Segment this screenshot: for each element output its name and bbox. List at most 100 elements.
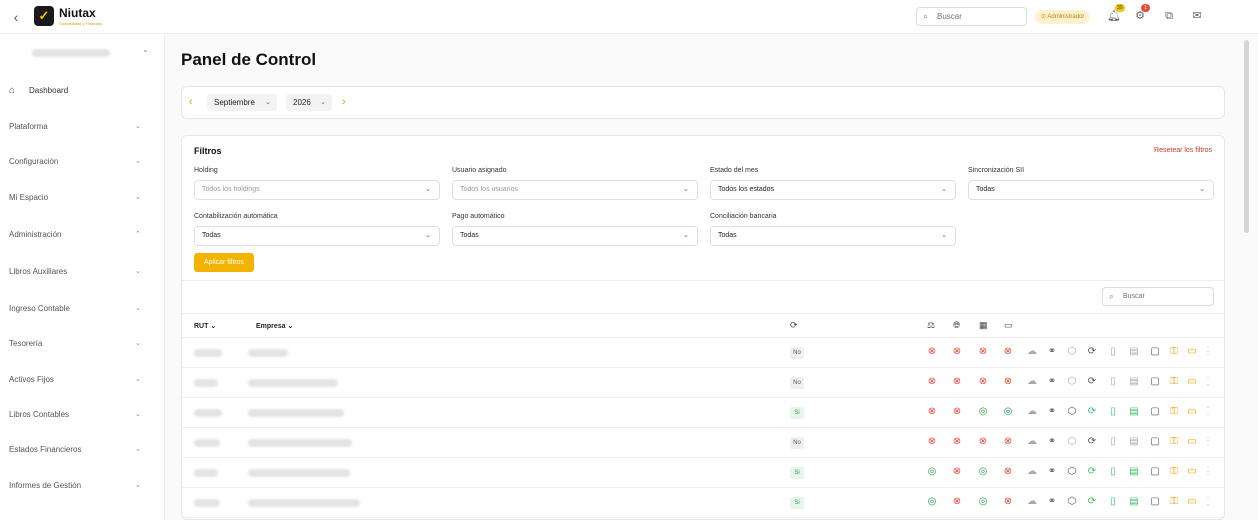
unlock-icon[interactable]: ⚿ — [1168, 406, 1180, 418]
document-icon[interactable]: ▯ — [1107, 466, 1119, 478]
document-icon[interactable]: ▯ — [1107, 496, 1119, 508]
scrollbar-thumb[interactable] — [1244, 40, 1249, 233]
table-row[interactable]: Si ◎ ⊗ ◎ ⊗ ☁︎ ⚭ ⬡ ⟳ ▯ ▤ ▢ ⚿ ▭ ⋮ — [182, 488, 1224, 518]
global-search[interactable]: ⌕ — [916, 7, 1027, 26]
sidebar-item-ingreso-contable[interactable]: Ingreso Contable ⌄ — [0, 300, 165, 320]
people-icon[interactable]: ⚭ — [1046, 346, 1058, 358]
global-search-input[interactable] — [937, 10, 1023, 23]
month-select[interactable]: Septiembre ⌄ — [207, 94, 277, 111]
usuario-select[interactable]: Todos los usuarios ⌄ — [452, 180, 698, 200]
comment-icon[interactable]: ▭ — [1186, 466, 1198, 478]
box-icon[interactable]: ⬡ — [1066, 346, 1078, 358]
table-search-input[interactable] — [1123, 290, 1209, 303]
people-icon[interactable]: ⚭ — [1046, 376, 1058, 388]
workspace-select[interactable]: ⌄ — [14, 44, 154, 60]
document-icon[interactable]: ▯ — [1107, 376, 1119, 388]
bank-icon[interactable]: ▤ — [1128, 466, 1140, 478]
bell-icon[interactable]: 🔔︎ 30 — [1107, 4, 1125, 23]
file-icon[interactable]: ▢ — [1149, 376, 1161, 388]
x-circle-icon[interactable]: ⊗ — [951, 496, 963, 508]
sii-select[interactable]: Todas ⌄ — [968, 180, 1214, 200]
unlock-icon[interactable]: ⚿ — [1168, 436, 1180, 448]
x-circle-icon[interactable]: ⊗ — [951, 346, 963, 358]
sidebar-item-informes-gestion[interactable]: Informes de Gestión ⌄ — [0, 477, 165, 497]
table-row[interactable]: Si ⊗ ⊗ ◎ ◎ ☁︎ ⚭ ⬡ ⟳ ▯ ▤ ▢ ⚿ ▭ ⋮ — [182, 398, 1224, 428]
unlock-icon[interactable]: ⚿ — [1168, 376, 1180, 388]
document-icon[interactable]: ▯ — [1107, 406, 1119, 418]
refresh-icon[interactable]: ⟳ — [1086, 346, 1098, 358]
more-vertical-icon[interactable]: ⋮ — [1202, 466, 1214, 478]
settings-alert-icon[interactable]: ⚙︎ 1 — [1133, 4, 1150, 23]
file-icon[interactable]: ▢ — [1149, 496, 1161, 508]
comment-icon[interactable]: ▭ — [1186, 496, 1198, 508]
copy-icon[interactable]: ⧉ — [1162, 9, 1176, 23]
check-circle-icon[interactable]: ◎ — [977, 466, 989, 478]
refresh-icon[interactable]: ⟳ — [1086, 496, 1098, 508]
sidebar-item-activos-fijos[interactable]: Activos Fijos ⌄ — [0, 371, 165, 391]
file-icon[interactable]: ▢ — [1149, 406, 1161, 418]
year-select[interactable]: 2026 ⌄ — [286, 94, 332, 111]
refresh-icon[interactable]: ⟳ — [1086, 406, 1098, 418]
comment-icon[interactable]: ▭ — [1186, 346, 1198, 358]
chevron-left-icon[interactable]: ‹ — [189, 96, 193, 108]
x-circle-icon[interactable]: ⊗ — [926, 346, 938, 358]
box-icon[interactable]: ⬡ — [1066, 376, 1078, 388]
unlock-icon[interactable]: ⚿ — [1168, 466, 1180, 478]
chevron-right-icon[interactable]: › — [342, 96, 346, 108]
more-vertical-icon[interactable]: ⋮ — [1202, 346, 1214, 358]
people-icon[interactable]: ⚭ — [1046, 466, 1058, 478]
unlock-icon[interactable]: ⚿ — [1168, 496, 1180, 508]
x-circle-icon[interactable]: ⊗ — [1002, 496, 1014, 508]
sidebar-item-administracion[interactable]: Administración ⌃ — [0, 226, 165, 246]
check-circle-icon[interactable]: ◎ — [926, 466, 938, 478]
reset-filters-link[interactable]: Resetear los filtros — [1154, 147, 1212, 154]
x-circle-icon[interactable]: ⊗ — [1002, 436, 1014, 448]
bank-icon[interactable]: ▤ — [1128, 376, 1140, 388]
bank-icon[interactable]: ▤ — [1128, 436, 1140, 448]
sidebar-item-dashboard[interactable]: ⌂ Dashboard — [0, 82, 165, 102]
x-circle-icon[interactable]: ⊗ — [977, 436, 989, 448]
box-icon[interactable]: ⬡ — [1066, 406, 1078, 418]
comment-icon[interactable]: ▭ — [1186, 376, 1198, 388]
sidebar-item-libros-auxiliares[interactable]: Libros Auxiliares ⌄ — [0, 263, 165, 283]
more-vertical-icon[interactable]: ⋮ — [1202, 496, 1214, 508]
holding-select[interactable]: Todos los holdings ⌄ — [194, 180, 440, 200]
check-circle-icon[interactable]: ◎ — [926, 496, 938, 508]
table-row[interactable]: Si ◎ ⊗ ◎ ⊗ ☁︎ ⚭ ⬡ ⟳ ▯ ▤ ▢ ⚿ ▭ ⋮ — [182, 458, 1224, 488]
concil-select[interactable]: Todas ⌄ — [710, 226, 956, 246]
document-icon[interactable]: ▯ — [1107, 436, 1119, 448]
x-circle-icon[interactable]: ⊗ — [951, 436, 963, 448]
sidebar-item-libros-contables[interactable]: Libros Contables ⌄ — [0, 406, 165, 426]
check-circle-icon[interactable]: ◎ — [1002, 406, 1014, 418]
more-vertical-icon[interactable]: ⋮ — [1202, 376, 1214, 388]
x-circle-icon[interactable]: ⊗ — [1002, 376, 1014, 388]
back-chevron-icon[interactable]: ‹ — [8, 9, 24, 25]
box-icon[interactable]: ⬡ — [1066, 436, 1078, 448]
box-icon[interactable]: ⬡ — [1066, 466, 1078, 478]
more-vertical-icon[interactable]: ⋮ — [1202, 436, 1214, 448]
x-circle-icon[interactable]: ⊗ — [977, 346, 989, 358]
bank-icon[interactable]: ▤ — [1128, 346, 1140, 358]
file-icon[interactable]: ▢ — [1149, 466, 1161, 478]
unlock-icon[interactable]: ⚿ — [1168, 346, 1180, 358]
bank-icon[interactable]: ▤ — [1128, 406, 1140, 418]
x-circle-icon[interactable]: ⊗ — [1002, 346, 1014, 358]
cloud-upload-icon[interactable]: ☁︎ — [1026, 376, 1038, 388]
file-icon[interactable]: ▢ — [1149, 346, 1161, 358]
x-circle-icon[interactable]: ⊗ — [1002, 466, 1014, 478]
estado-select[interactable]: Todos los estados ⌄ — [710, 180, 956, 200]
comment-icon[interactable]: ▭ — [1186, 406, 1198, 418]
sidebar-item-plataforma[interactable]: Plataforma ⌄ — [0, 118, 165, 138]
refresh-icon[interactable]: ⟳ — [1086, 436, 1098, 448]
cloud-upload-icon[interactable]: ☁︎ — [1026, 406, 1038, 418]
cloud-upload-icon[interactable]: ☁︎ — [1026, 496, 1038, 508]
box-icon[interactable]: ⬡ — [1066, 496, 1078, 508]
table-row[interactable]: No ⊗ ⊗ ⊗ ⊗ ☁︎ ⚭ ⬡ ⟳ ▯ ▤ ▢ ⚿ ▭ ⋮ — [182, 428, 1224, 458]
pago-select[interactable]: Todas ⌄ — [452, 226, 698, 246]
x-circle-icon[interactable]: ⊗ — [951, 466, 963, 478]
x-circle-icon[interactable]: ⊗ — [926, 376, 938, 388]
sidebar-item-estados-financieros[interactable]: Estados Financieros ⌄ — [0, 441, 165, 461]
table-search[interactable]: ⌕ — [1102, 287, 1214, 306]
x-circle-icon[interactable]: ⊗ — [977, 376, 989, 388]
sidebar-item-mi-espacio[interactable]: Mi Espacio ⌄ — [0, 189, 165, 209]
